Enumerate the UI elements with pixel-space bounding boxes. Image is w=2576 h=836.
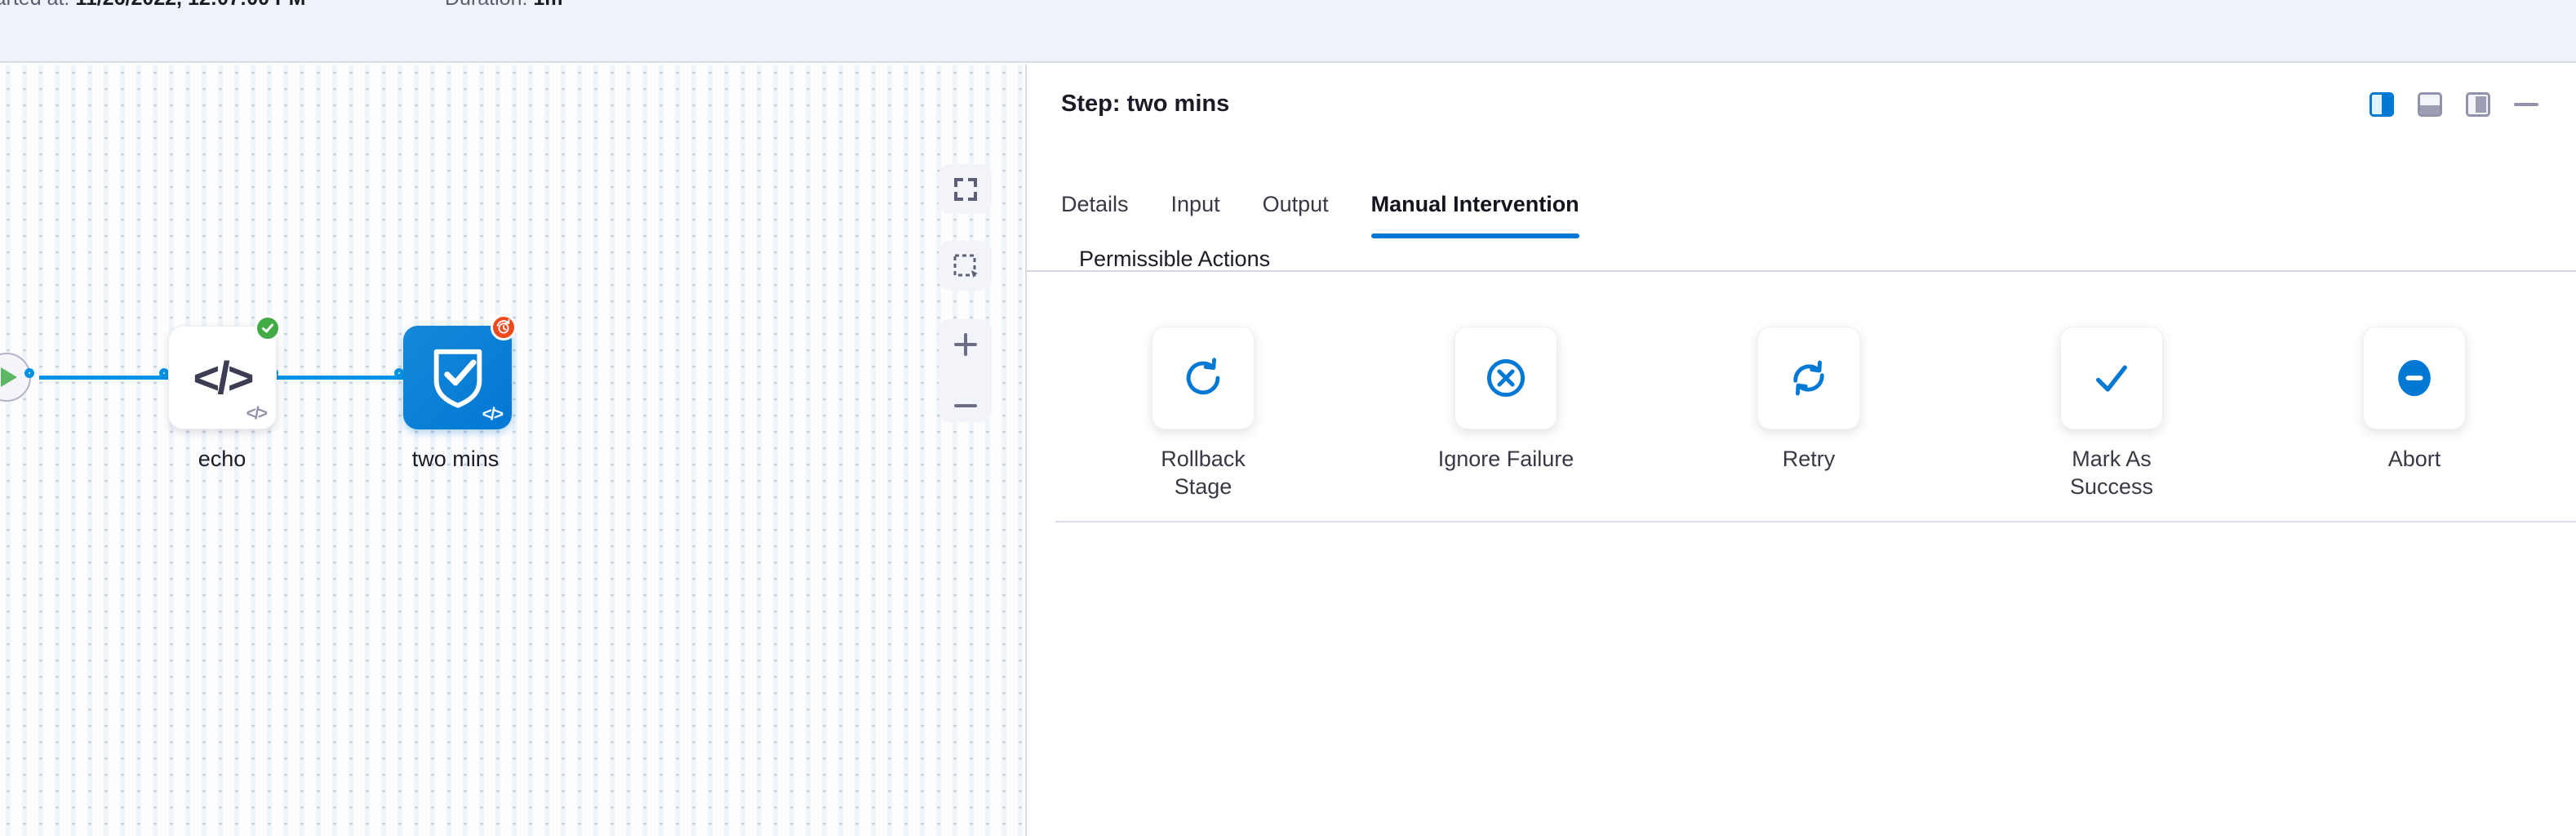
step-label-echo: echo xyxy=(140,447,304,472)
tab-output[interactable]: Output xyxy=(1263,192,1329,237)
action-retry[interactable]: Retry xyxy=(1703,327,1915,474)
canvas-fullscreen-button[interactable] xyxy=(939,164,992,214)
action-label: Rollback Stage xyxy=(1134,446,1272,501)
panel-view-controls xyxy=(2369,92,2538,117)
action-label: Mark As Success xyxy=(2042,446,2181,501)
canvas-selection-button[interactable] xyxy=(939,241,992,291)
action-label: Abort xyxy=(2388,446,2441,474)
duration-text: Duration: 1m xyxy=(445,0,563,11)
edge-start-to-echo xyxy=(39,376,170,380)
play-icon xyxy=(1,367,17,387)
retry-icon xyxy=(1788,357,1830,399)
selection-icon xyxy=(952,252,979,280)
started-at-text: Started at: 11/26/2022, 12:07:00 PM xyxy=(0,0,305,11)
actions-divider xyxy=(1055,521,2576,522)
connector-dot[interactable] xyxy=(24,368,34,378)
shield-check-icon xyxy=(426,345,490,411)
pipeline-execution-screen: Started at: 11/26/2022, 12:07:00 PM Dura… xyxy=(0,0,2576,836)
zoom-out-icon[interactable] xyxy=(952,401,979,411)
duration-label: Duration: xyxy=(445,0,527,10)
abort-icon xyxy=(2392,355,2437,401)
fullscreen-icon xyxy=(953,176,979,202)
action-abort[interactable]: Abort xyxy=(2308,327,2520,474)
minimize-panel-button[interactable] xyxy=(2514,103,2538,106)
mark-success-icon xyxy=(2089,355,2134,401)
rollback-icon xyxy=(1182,357,1224,399)
action-ignore-failure[interactable]: Ignore Failure xyxy=(1400,327,1612,474)
started-at-label: Started at: xyxy=(0,0,69,10)
tab-details[interactable]: Details xyxy=(1061,192,1129,237)
action-mark-as-success[interactable]: Mark As Success xyxy=(2005,327,2218,501)
timeout-badge-icon xyxy=(491,314,517,340)
duration-value: 1m xyxy=(533,0,562,10)
edge-echo-to-twomins xyxy=(276,376,406,380)
tab-manual-intervention[interactable]: Manual Intervention xyxy=(1371,192,1579,237)
permissible-actions-title: Permissible Actions xyxy=(1079,247,1270,272)
check-badge-icon xyxy=(255,315,281,341)
tab-input[interactable]: Input xyxy=(1171,192,1220,237)
panel-title: Step: two mins xyxy=(1061,91,1229,118)
action-rollback-stage[interactable]: Rollback Stage xyxy=(1097,327,1309,501)
step-detail-panel: Step: two mins Details Input Output Manu… xyxy=(1027,64,2576,836)
right-view-button[interactable] xyxy=(2466,92,2490,117)
step-node-echo[interactable]: </> </> xyxy=(168,326,277,429)
zoom-in-icon[interactable] xyxy=(952,331,979,358)
execution-meta-bar: Started at: 11/26/2022, 12:07:00 PM Dura… xyxy=(0,0,2576,63)
step-node-two-mins[interactable]: </> xyxy=(403,326,512,429)
started-at-value: 11/26/2022, 12:07:00 PM xyxy=(75,0,305,10)
canvas-zoom-controls xyxy=(939,319,992,422)
active-tab-underline xyxy=(1371,233,1579,238)
step-tabs: Details Input Output Manual Intervention xyxy=(1061,192,1579,237)
code-icon: </> xyxy=(193,351,252,404)
script-type-icon: </> xyxy=(246,404,266,424)
ignore-failure-icon xyxy=(1485,357,1527,399)
action-label: Retry xyxy=(1783,446,1836,474)
script-type-icon: </> xyxy=(482,405,502,425)
split-view-button[interactable] xyxy=(2369,92,2394,117)
action-label: Ignore Failure xyxy=(1438,446,1574,474)
step-label-two-mins: two mins xyxy=(374,447,537,472)
bottom-view-button[interactable] xyxy=(2418,92,2442,117)
pipeline-canvas[interactable]: </> </> echo </> xyxy=(0,64,1025,836)
